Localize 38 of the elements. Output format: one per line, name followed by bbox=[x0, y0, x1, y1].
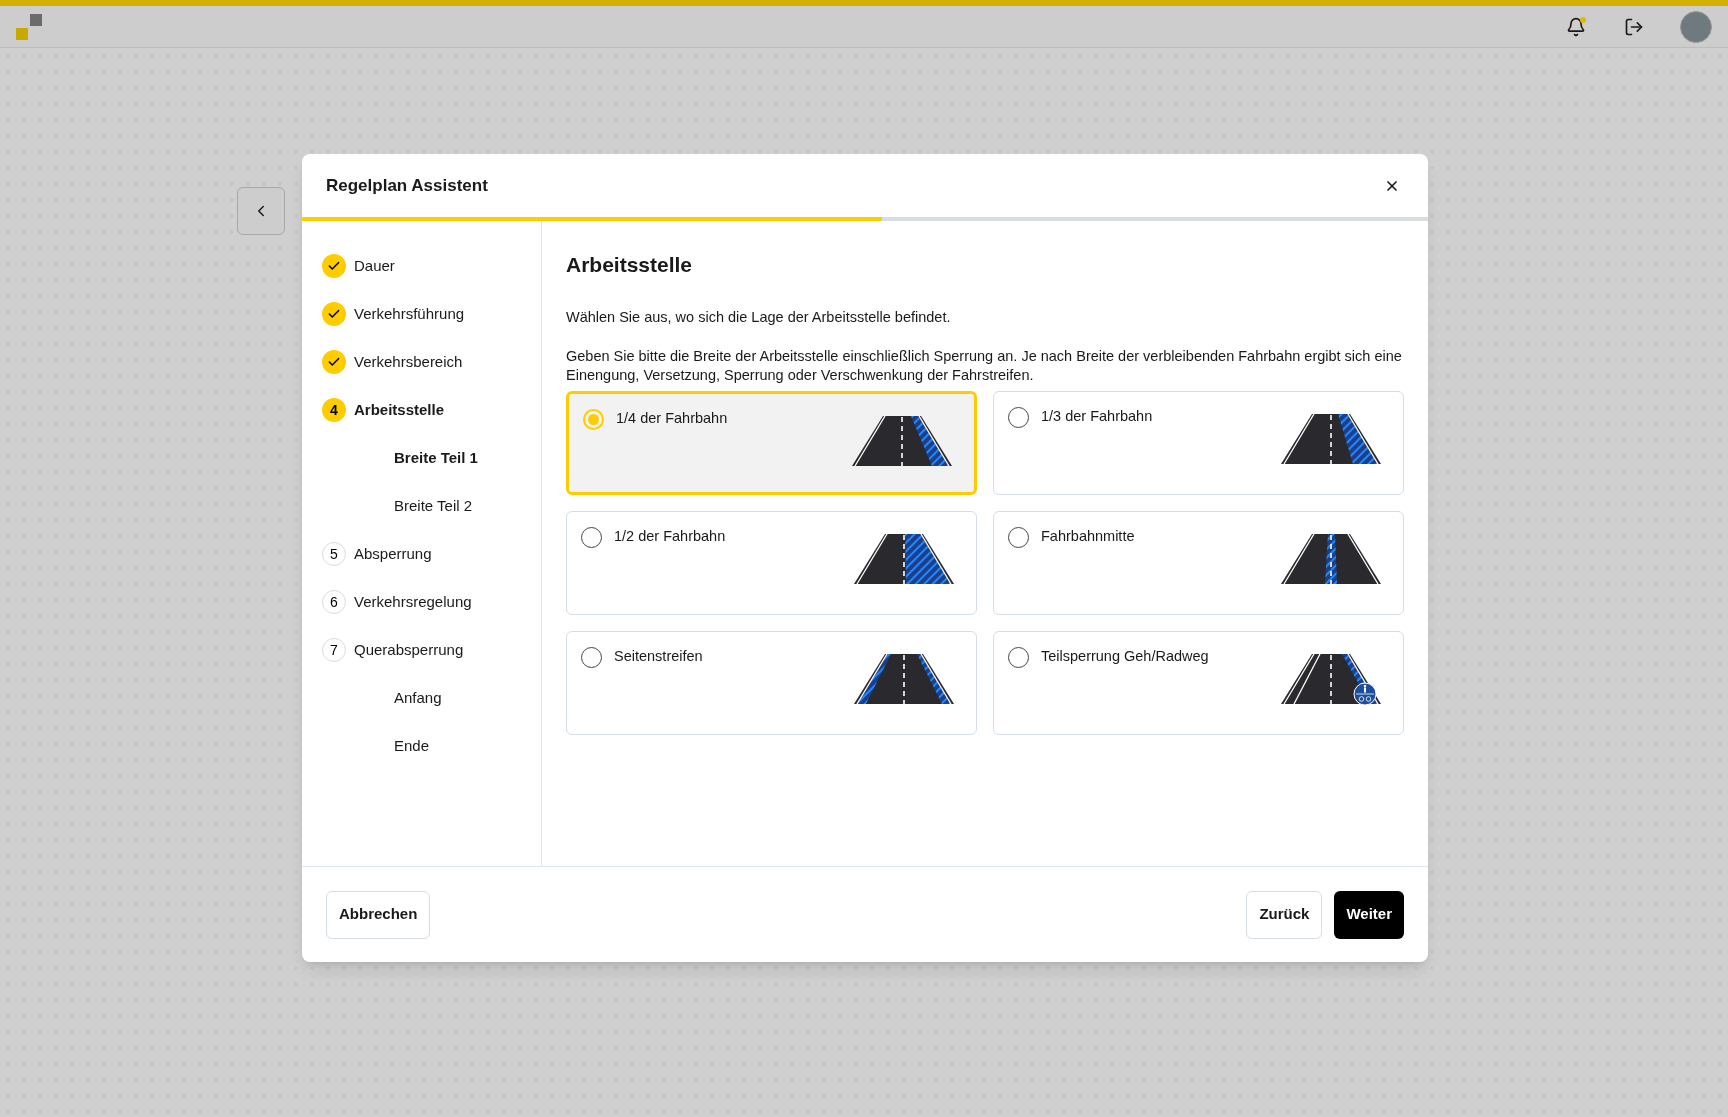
cancel-button[interactable]: Abbrechen bbox=[326, 890, 431, 939]
step-number: 6 bbox=[322, 590, 346, 614]
substep-label[interactable]: Breite Teil 2 bbox=[394, 494, 473, 518]
step-label[interactable]: Querabsperrung bbox=[354, 638, 464, 662]
step-label[interactable]: Absperrung bbox=[354, 542, 432, 566]
notification-bell-icon[interactable] bbox=[1566, 16, 1586, 37]
option-card[interactable]: 1/2 der Fahrbahn bbox=[566, 511, 977, 616]
step-number: 5 bbox=[322, 542, 346, 566]
option-card[interactable]: 1/3 der Fahrbahn bbox=[993, 391, 1404, 496]
step-label[interactable]: Verkehrsregelung bbox=[354, 590, 472, 614]
step-label[interactable]: Dauer bbox=[354, 254, 395, 278]
next-button[interactable]: Weiter bbox=[1334, 890, 1404, 939]
option-card[interactable]: 1/4 der Fahrbahn bbox=[566, 391, 977, 496]
logo-icon bbox=[16, 13, 42, 40]
avatar[interactable] bbox=[1680, 10, 1712, 43]
option-card[interactable]: Fahrbahnmitte bbox=[993, 511, 1404, 616]
step-number: 7 bbox=[322, 638, 346, 662]
step-number: 4 bbox=[322, 398, 346, 422]
option-label: Fahrbahnmitte bbox=[1041, 527, 1135, 547]
logout-icon[interactable] bbox=[1624, 16, 1644, 37]
section-heading: Arbeitsstelle bbox=[566, 252, 694, 278]
option-label: Teilsperrung Geh/Radweg bbox=[1041, 647, 1209, 667]
option-label: 1/3 der Fahrbahn bbox=[1041, 407, 1153, 427]
option-label: 1/4 der Fahrbahn bbox=[616, 409, 728, 429]
substep-label[interactable]: Breite Teil 1 bbox=[394, 446, 478, 470]
option-label: 1/2 der Fahrbahn bbox=[614, 527, 726, 547]
substep-label[interactable]: Ende bbox=[394, 734, 430, 758]
dialog-title: Regelplan Assistent bbox=[326, 174, 488, 197]
substep-label[interactable]: Anfang bbox=[394, 686, 442, 710]
hint-text: Geben Sie bitte die Breite der Arbeitsstelle einschließlich Sperrung an. Je nach Breite der verbleibenden Fahrbahn ergibt sich eine Einengung, Versetzung, Sperrung oder Verschwenkung der Fahrstreifen. bbox=[566, 347, 1403, 386]
option-card[interactable]: Seitenstreifen bbox=[566, 631, 977, 736]
back-step-button[interactable]: Zurück bbox=[1246, 890, 1323, 939]
step-label[interactable]: Verkehrsbereich bbox=[354, 350, 463, 374]
step-label[interactable]: Arbeitsstelle bbox=[354, 398, 445, 422]
step-label[interactable]: Verkehrsführung bbox=[354, 302, 465, 326]
option-label: Seitenstreifen bbox=[614, 647, 703, 667]
option-card[interactable]: Teilsperrung Geh/Radweg bbox=[993, 631, 1404, 736]
intro-text: Wählen Sie aus, wo sich die Lage der Arbeitsstelle befindet. bbox=[566, 307, 952, 327]
